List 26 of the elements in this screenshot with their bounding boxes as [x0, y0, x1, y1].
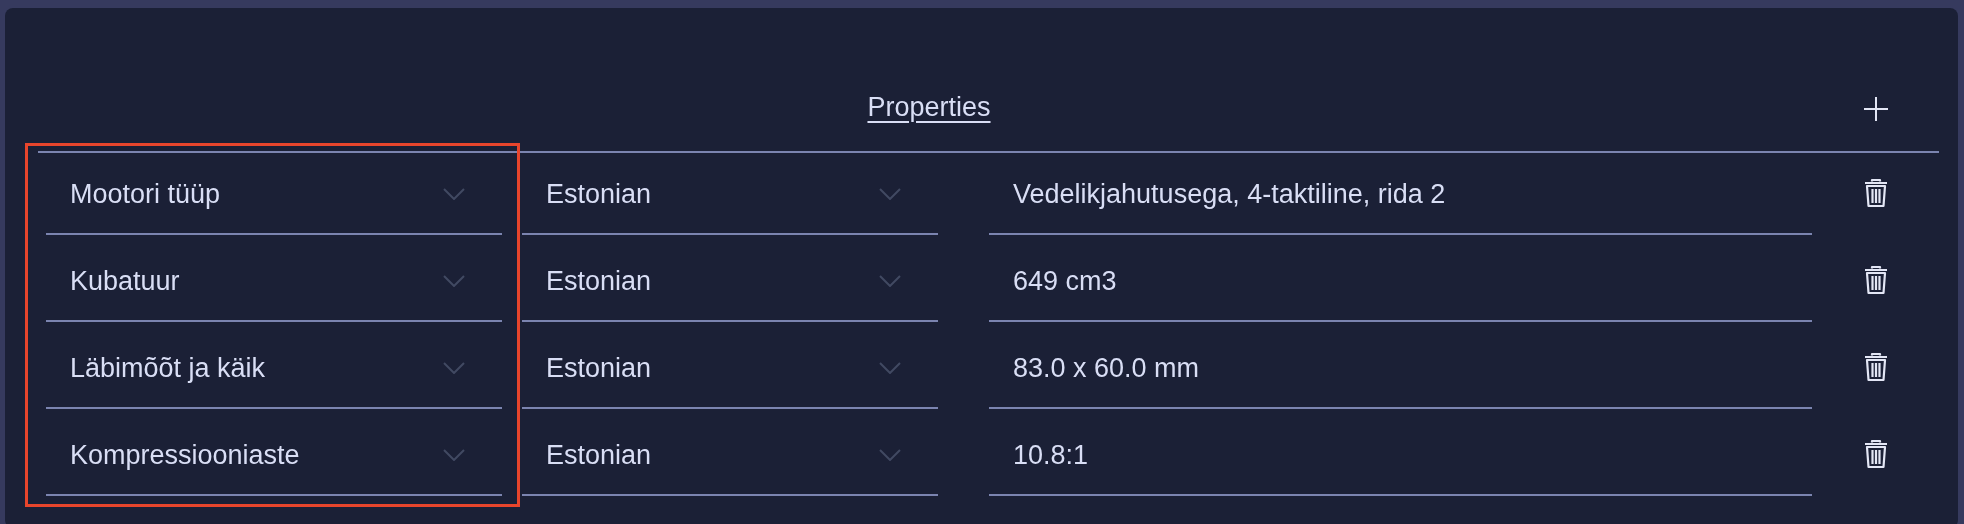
- language-select[interactable]: Estonian: [522, 329, 938, 409]
- language-select[interactable]: Estonian: [522, 155, 938, 235]
- property-select[interactable]: Läbimõõt ja käik: [46, 329, 502, 409]
- value-field[interactable]: 649 cm3: [989, 242, 1812, 322]
- chevron-down-icon: [443, 275, 465, 287]
- chevron-down-icon: [879, 275, 901, 287]
- chevron-down-icon: [879, 188, 901, 200]
- trash-icon[interactable]: [1862, 439, 1889, 469]
- properties-link[interactable]: Properties: [867, 92, 991, 123]
- add-icon[interactable]: [1861, 95, 1890, 123]
- language-select[interactable]: Estonian: [522, 242, 938, 322]
- value-field[interactable]: 10.8:1: [989, 416, 1812, 496]
- value-field[interactable]: 83.0 x 60.0 mm: [989, 329, 1812, 409]
- chevron-down-icon: [879, 362, 901, 374]
- chevron-down-icon: [443, 449, 465, 461]
- trash-icon[interactable]: [1862, 178, 1889, 208]
- chevron-down-icon: [443, 188, 465, 200]
- chevron-down-icon: [443, 362, 465, 374]
- property-select[interactable]: Mootori tüüp: [46, 155, 502, 235]
- trash-icon[interactable]: [1862, 352, 1889, 382]
- trash-icon[interactable]: [1862, 265, 1889, 295]
- language-select[interactable]: Estonian: [522, 416, 938, 496]
- value-field[interactable]: Vedelikjahutusega, 4-taktiline, rida 2: [989, 155, 1812, 235]
- property-select[interactable]: Kubatuur: [46, 242, 502, 322]
- chevron-down-icon: [879, 449, 901, 461]
- property-select[interactable]: Kompressiooniaste: [46, 416, 502, 496]
